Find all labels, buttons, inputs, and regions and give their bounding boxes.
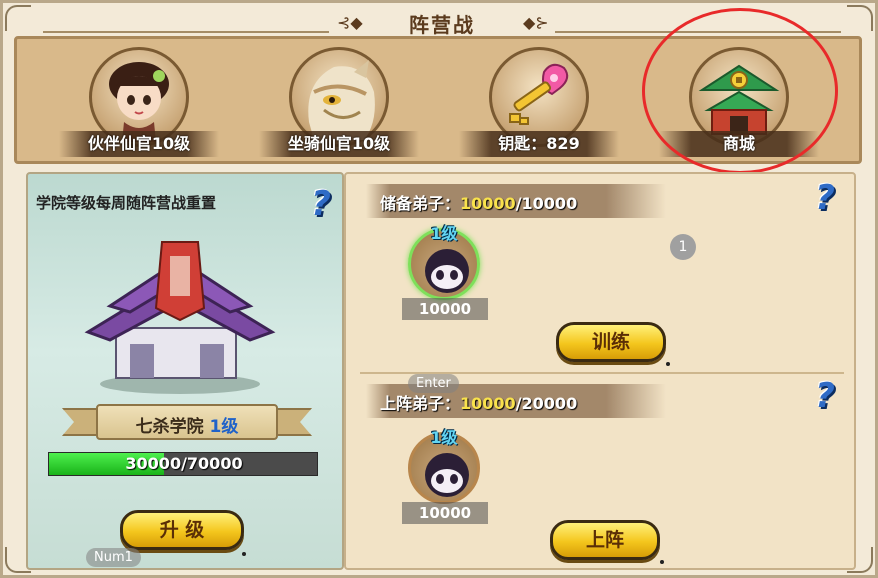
academy-notice: 学院等级每周随阵营战重置	[36, 194, 217, 212]
reserve-label: 储备弟子：10000/10000	[380, 190, 577, 214]
academy-name-banner: 七杀学院 1级	[62, 400, 312, 444]
partner-portrait-icon	[109, 62, 169, 142]
mount-portrait-icon	[308, 60, 375, 140]
key-button[interactable]: 钥匙：829	[459, 47, 619, 159]
upgrade-button[interactable]: 升 级	[120, 510, 244, 550]
scroll-end	[272, 408, 312, 436]
academy-level: 1级	[209, 417, 239, 437]
partner-official-button[interactable]: 伙伴仙官10级	[59, 47, 219, 159]
help-icon[interactable]: ?	[304, 184, 338, 224]
deployed-disciple-unit[interactable]: 1级 10000	[402, 424, 488, 524]
count-badge: 1	[670, 234, 696, 260]
help-icon[interactable]: ?	[808, 376, 842, 416]
reserve-header: 储备弟子：10000/10000	[366, 184, 666, 218]
academy-building-icon	[84, 241, 276, 394]
button-dot	[242, 552, 246, 556]
mount-official-button[interactable]: 坐骑仙官10级	[259, 47, 419, 159]
deploy-button[interactable]: 上阵	[550, 520, 660, 560]
reserve-max: /10000	[515, 194, 578, 213]
academy-panel: 学院等级每周随阵营战重置 ? 七杀学院 1级 30000/70000 升 级 N…	[26, 172, 344, 570]
hotkey-label: Num1	[86, 548, 141, 567]
reserve-current: 10000	[460, 194, 516, 213]
deployed-max: /20000	[515, 394, 578, 413]
unit-level: 1级	[430, 224, 458, 243]
academy-name-text: 七杀学院 1级	[96, 412, 278, 437]
top-item-label: 伙伴仙官10级	[59, 131, 219, 157]
train-button[interactable]: 训练	[556, 322, 666, 362]
top-item-label: 坐骑仙官10级	[259, 131, 419, 157]
deployed-label-prefix: 上阵弟子：	[380, 394, 461, 413]
top-item-label: 钥匙：829	[459, 131, 619, 157]
disciples-panel: 储备弟子：10000/10000 ? 1级 10000 1 训练 上阵弟子：10…	[344, 172, 856, 570]
reserve-disciple-unit[interactable]: 1级 10000	[402, 220, 488, 320]
button-dot	[660, 560, 664, 564]
shop-highlight-circle	[642, 8, 838, 174]
academy-name: 七杀学院	[135, 417, 204, 437]
key-icon	[509, 63, 569, 125]
academy-exp-text: 30000/70000	[125, 454, 243, 473]
button-dot	[666, 362, 670, 366]
unit-count: 10000	[402, 298, 488, 320]
unit-count: 10000	[402, 502, 488, 524]
deployed-label: 上阵弟子：10000/20000	[380, 390, 577, 414]
deployed-current: 10000	[460, 394, 516, 413]
reserve-label-prefix: 储备弟子：	[380, 194, 461, 213]
academy-exp-bar: 30000/70000	[48, 452, 318, 476]
hotkey-label: Enter	[408, 374, 459, 393]
help-icon[interactable]: ?	[808, 178, 842, 218]
unit-level: 1级	[430, 428, 458, 447]
